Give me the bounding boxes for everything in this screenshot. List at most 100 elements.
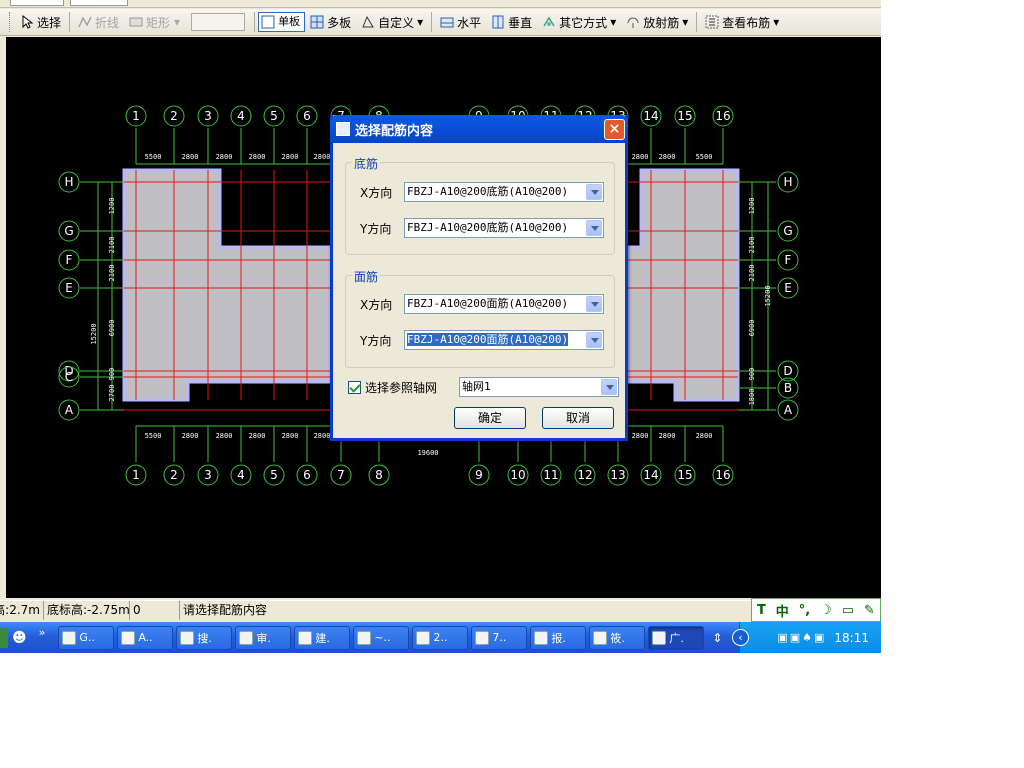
top-y-label: Y方向	[360, 333, 392, 348]
taskbar-item[interactable]: A..	[117, 625, 174, 650]
taskbar-item[interactable]: 审.	[235, 625, 292, 650]
taskbar-item[interactable]: 搜.	[176, 625, 233, 650]
ime-toolbar[interactable]: T 中 °, ☽ ▭ ✎	[751, 598, 881, 622]
polyline-label: 折线	[95, 15, 120, 30]
vertical-button[interactable]: 垂直	[486, 11, 537, 33]
toolbar-disabled-combo[interactable]	[191, 13, 246, 31]
taskbar-item[interactable]: G..	[58, 625, 115, 650]
vertical-icon	[491, 15, 505, 29]
top-x-select[interactable]: FBZJ-A10@200面筋(A10@200)	[404, 294, 604, 314]
top-y-select[interactable]: FBZJ-A10@200面筋(A10@200)	[404, 330, 604, 350]
axis-bubble-right-label: G	[783, 224, 792, 238]
bottom-x-value: FBZJ-A10@200底筋(A10@200)	[407, 185, 569, 198]
ime-keyboard-icon[interactable]: ▭	[842, 603, 854, 618]
axis-bubble-top-label: 16	[715, 109, 730, 123]
chevron-down-icon[interactable]	[586, 220, 602, 236]
ok-button[interactable]: 确定	[454, 407, 526, 429]
chevron-down-icon[interactable]	[586, 332, 602, 348]
view-rebar-label: 查看布筋	[722, 15, 771, 30]
dim-text-top: 2800	[182, 153, 199, 161]
dim-text-top: 2800	[282, 153, 299, 161]
radial-icon	[626, 15, 640, 29]
axis-bubble-right-label: D	[783, 364, 792, 378]
ime-chinese-toggle[interactable]: 中	[776, 601, 789, 620]
taskbar-item[interactable]: ~..	[353, 625, 410, 650]
other-method-button[interactable]: 其它方式 ▾	[537, 11, 621, 33]
horizontal-button[interactable]: 水平	[435, 11, 486, 33]
taskbar-app-icon	[62, 630, 77, 645]
tray-icons[interactable]: ▣▣♠▣	[777, 631, 826, 644]
horizontal-icon	[440, 15, 454, 29]
dim-text-left: 2100	[108, 237, 116, 254]
toolbar-combo-a[interactable]	[10, 0, 64, 6]
taskbar-item-label: G..	[79, 631, 95, 644]
bottom-rebar-group: 底筋	[345, 155, 615, 255]
ime-punct-icon[interactable]: °,	[799, 603, 810, 618]
chevron-down-icon[interactable]	[586, 184, 602, 200]
polyline-button[interactable]: 折线	[73, 11, 124, 33]
taskbar-item[interactable]: 2..	[412, 625, 469, 650]
single-slab-label: 单板	[278, 15, 301, 28]
taskbar-app-icon	[593, 630, 608, 645]
taskbar-item[interactable]: 7..	[471, 625, 528, 650]
axis-bubble-bottom-label: 16	[715, 468, 730, 482]
dim-text-top: 2800	[314, 153, 331, 161]
top-y-row: Y方向 FBZJ-A10@200面筋(A10@200)	[360, 330, 604, 350]
bottom-x-select[interactable]: FBZJ-A10@200底筋(A10@200)	[404, 182, 604, 202]
qq-icon[interactable]: ☻	[12, 630, 27, 646]
radial-button[interactable]: 放射筋 ▾	[621, 11, 693, 33]
single-slab-button[interactable]: 单板	[258, 12, 306, 32]
draw-toolbar: 选择 折线 矩形 ▾ 单板 多板 自定义 ▾ 水平 垂直 其它方式 ▾ 放射筋 ▾ 查看…	[0, 9, 881, 36]
chevron-down-icon[interactable]	[601, 379, 617, 395]
bottom-y-select[interactable]: FBZJ-A10@200底筋(A10@200)	[404, 218, 604, 238]
axis-bubble-right-label: E	[784, 281, 792, 295]
multi-slab-button[interactable]: 多板	[305, 11, 356, 33]
bottom-y-label: Y方向	[360, 221, 392, 236]
taskbar-app-icon	[475, 630, 490, 645]
taskbar-app-icon	[298, 630, 313, 645]
chevron-down-icon[interactable]	[586, 296, 602, 312]
dim-text-right: 900	[748, 368, 756, 381]
toolbar-grip[interactable]	[9, 12, 12, 32]
close-button[interactable]: ×	[604, 119, 625, 140]
axis-bubble-right-label: A	[784, 403, 793, 417]
dim-text-left: 2700	[108, 385, 116, 402]
dim-text-top: 5500	[145, 153, 162, 161]
horizontal-label: 水平	[457, 15, 482, 30]
axis-bubble-top-label: 5	[270, 109, 278, 123]
view-rebar-button[interactable]: 查看布筋 ▾	[700, 11, 784, 33]
cancel-button[interactable]: 取消	[542, 407, 614, 429]
ime-wrench-icon[interactable]: ✎	[864, 603, 875, 618]
taskbar-item[interactable]: 筱.	[589, 625, 646, 650]
axis-bubble-bottom-label: 10	[510, 468, 525, 482]
toolbar-combo-b[interactable]	[70, 0, 128, 6]
taskbar-item[interactable]: 建.	[294, 625, 351, 650]
dialog-titlebar[interactable]: 选择配筋内容 ×	[330, 115, 628, 143]
dim-text-right: 2100	[748, 237, 756, 254]
axis-bubble-bottom-label: 14	[643, 468, 658, 482]
ref-axis-select[interactable]: 轴网1	[459, 377, 619, 397]
custom-button[interactable]: 自定义 ▾	[356, 11, 428, 33]
dim-text-top: 2800	[659, 153, 676, 161]
radial-label: 放射筋	[643, 15, 680, 30]
top-toolbar-fragment	[0, 0, 881, 8]
axis-bubble-bottom-label: 2	[170, 468, 178, 482]
taskbar-item-label: 审.	[256, 631, 271, 645]
axis-bubble-left-label: F	[66, 253, 73, 267]
start-button-fragment[interactable]	[0, 627, 8, 648]
taskbar-more-icon[interactable]: ⇕	[712, 631, 722, 645]
polyline-icon	[78, 15, 92, 29]
taskbar-app-icon	[180, 630, 195, 645]
rect-button[interactable]: 矩形 ▾	[124, 11, 185, 33]
status-top-elev: 顶标高:2.7m	[0, 601, 44, 620]
taskbar-item-label: 7..	[492, 631, 507, 644]
quicklaunch-more-icon[interactable]: »	[39, 626, 46, 639]
taskbar-item[interactable]: 广.	[648, 625, 705, 650]
ime-moon-icon[interactable]: ☽	[820, 603, 832, 618]
axis-bubble-top-label: 1	[132, 109, 140, 123]
taskbar-item[interactable]: 报.	[530, 625, 587, 650]
clock[interactable]: 18:11	[834, 631, 869, 645]
select-button[interactable]: 选择	[15, 11, 66, 33]
tray-expand-icon[interactable]: ‹	[732, 629, 749, 646]
ref-axis-checkbox[interactable]	[348, 380, 361, 394]
